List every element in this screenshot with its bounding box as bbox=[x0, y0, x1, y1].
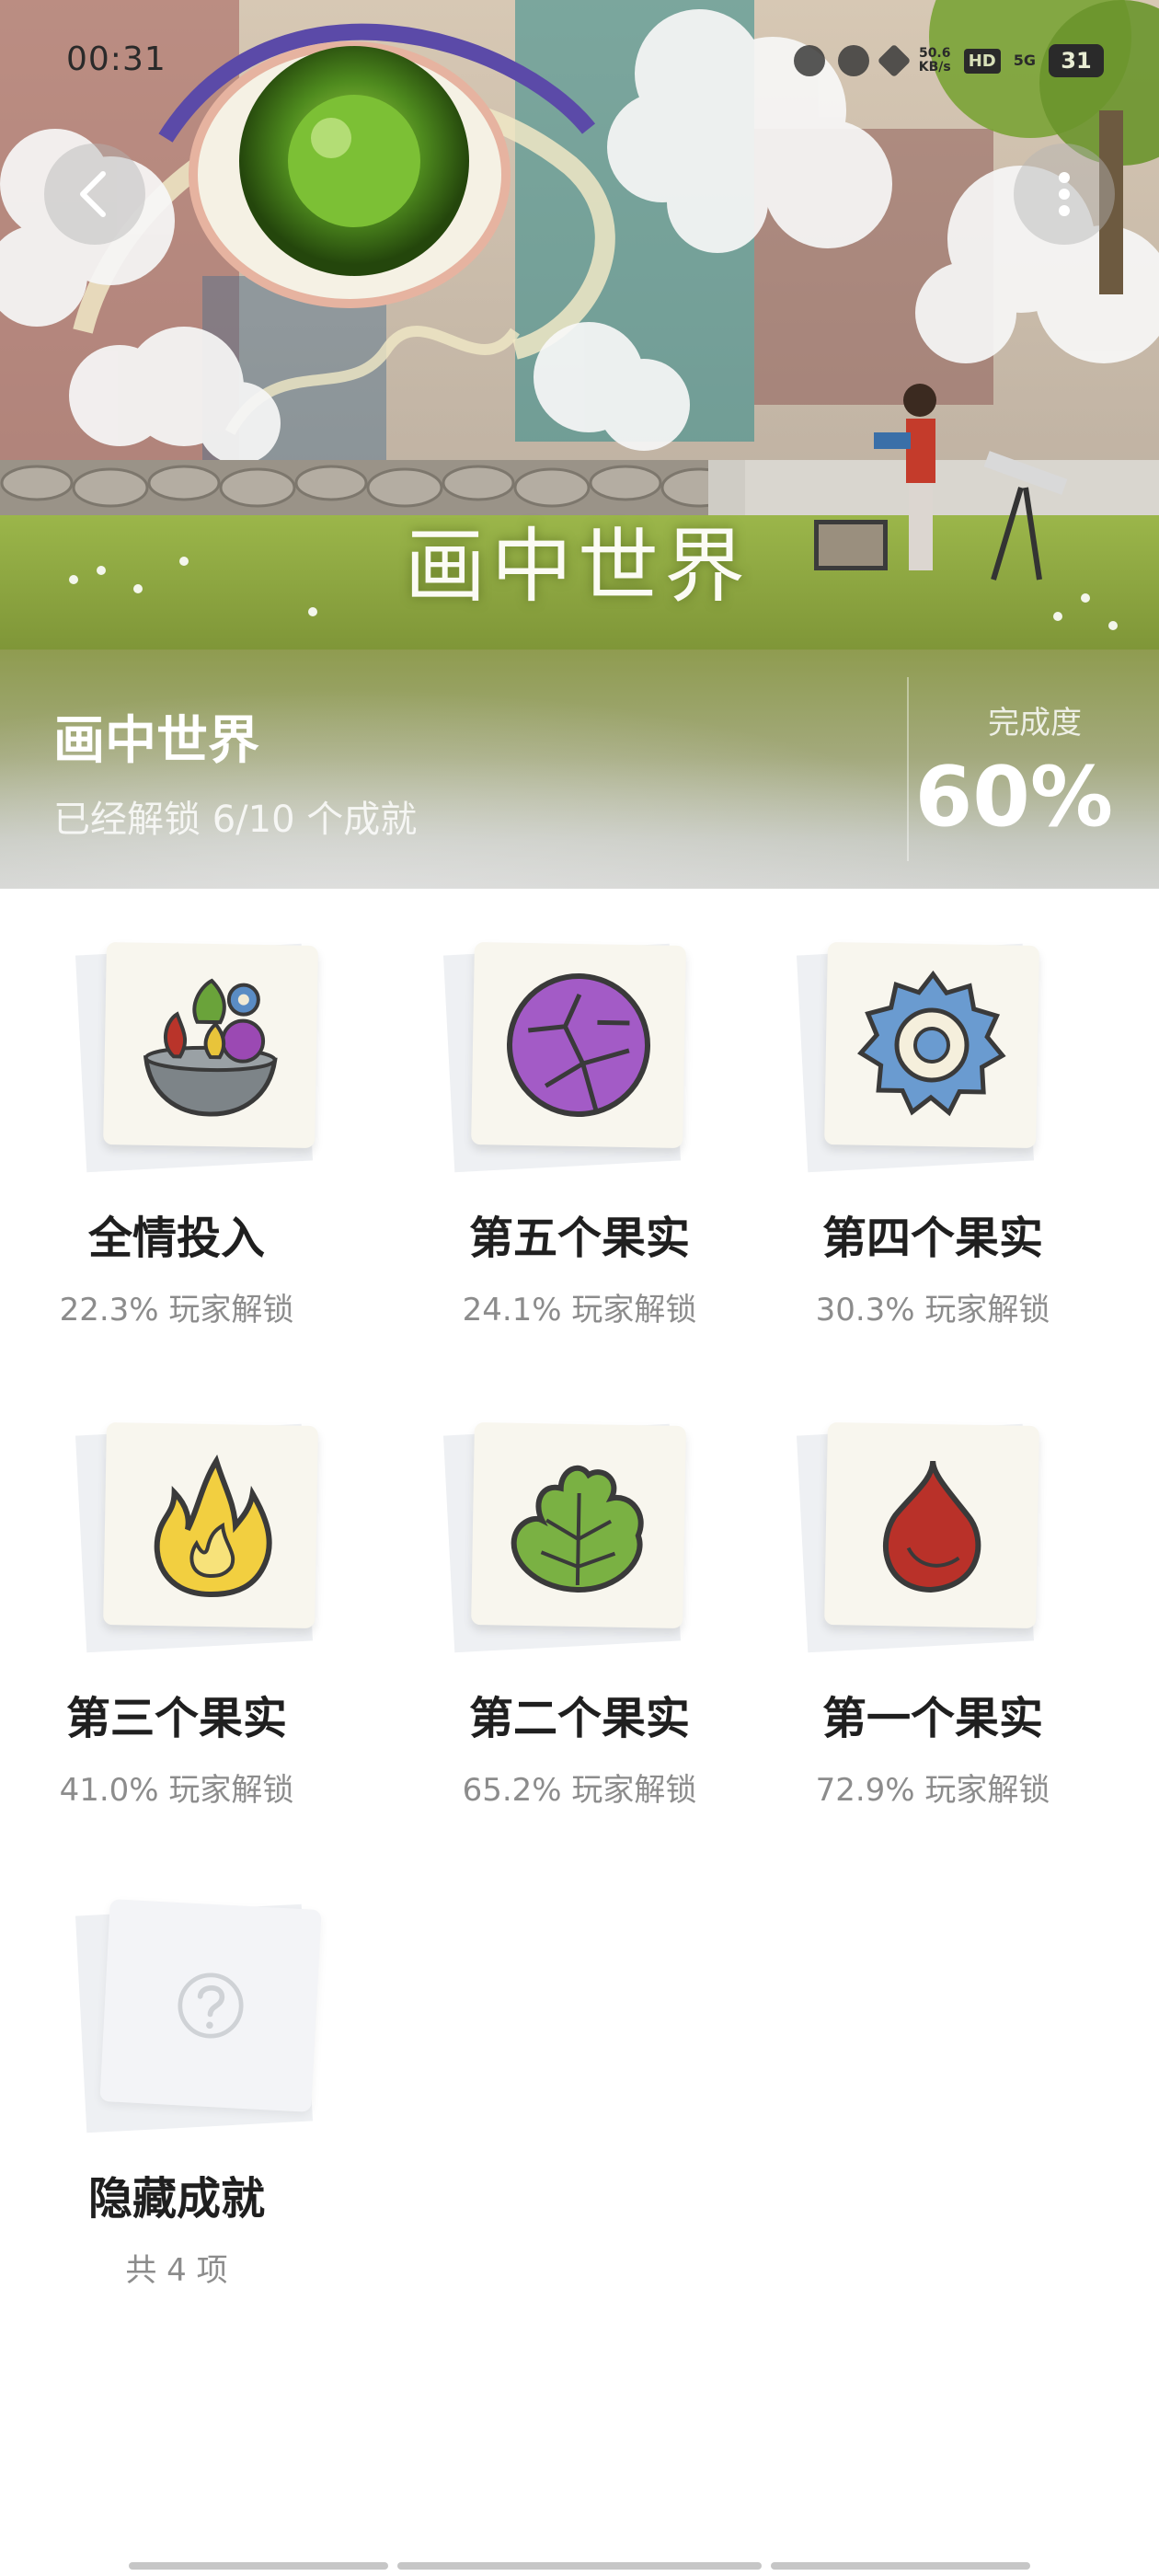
achievement-badge bbox=[471, 1422, 686, 1628]
artwork-title: 画中世界 bbox=[405, 519, 752, 614]
game-banner: 00:31 50.6 KB/s HD 5G 31 画中世界 画中世界 已经解锁 … bbox=[0, 0, 1159, 889]
hd-icon: HD bbox=[963, 48, 1001, 74]
purple-fruit-icon bbox=[507, 973, 650, 1117]
battery-icon: 31 bbox=[1049, 44, 1104, 77]
unlock-summary: 已经解锁 6/10 个成就 bbox=[53, 799, 418, 841]
status-icons: 50.6 KB/s HD 5G 31 bbox=[793, 43, 1104, 78]
question-mark-icon bbox=[178, 1972, 244, 2039]
achievement-badge bbox=[103, 1422, 318, 1628]
achievement-badge bbox=[824, 1422, 1039, 1628]
signal-5g-icon: 5G bbox=[1013, 52, 1036, 69]
achievement-name: 第五个果实 bbox=[468, 1213, 690, 1264]
achievement-item[interactable]: 第一个果实 72.9% 玩家解锁 bbox=[756, 1369, 1109, 1847]
more-vertical-icon bbox=[1059, 172, 1070, 216]
alarm-icon bbox=[793, 45, 825, 76]
gesture-bar bbox=[129, 2562, 1030, 2570]
chevron-left-icon bbox=[80, 171, 106, 217]
achievement-badge bbox=[103, 942, 318, 1148]
red-drop-fruit-icon bbox=[882, 1460, 981, 1593]
game-title: 画中世界 bbox=[53, 711, 259, 771]
completion-value: 60% bbox=[914, 749, 1113, 845]
more-options-button[interactable] bbox=[1014, 144, 1115, 245]
achievement-name: 第三个果实 bbox=[65, 1693, 287, 1744]
achievement-badge bbox=[824, 942, 1039, 1148]
achievement-unlock-rate: 41.0% 玩家解锁 bbox=[59, 1772, 294, 1809]
achievement-item[interactable]: 第三个果实 41.0% 玩家解锁 bbox=[0, 1369, 353, 1847]
achievement-item[interactable]: 第四个果实 30.3% 玩家解锁 bbox=[756, 889, 1109, 1367]
achievement-name: 第一个果实 bbox=[821, 1693, 1043, 1744]
achievement-badge bbox=[471, 942, 686, 1148]
yellow-flame-fruit-icon bbox=[154, 1454, 272, 1597]
achievement-unlock-rate: 72.9% 玩家解锁 bbox=[815, 1772, 1050, 1809]
network-speed: 50.6 KB/s bbox=[918, 46, 951, 75]
achievement-unlock-rate: 22.3% 玩家解锁 bbox=[59, 1292, 294, 1328]
achievement-name: 第四个果实 bbox=[821, 1213, 1043, 1264]
fruit-bowl-icon bbox=[143, 978, 278, 1117]
blue-gear-fruit-icon bbox=[856, 970, 1006, 1117]
hidden-achievements-item[interactable]: 隐藏成就 共 4 项 bbox=[0, 1849, 353, 2328]
achievement-unlock-rate: 24.1% 玩家解锁 bbox=[462, 1292, 697, 1328]
hidden-achievement-badge bbox=[99, 1899, 322, 2112]
achievement-item[interactable]: 第五个果实 24.1% 玩家解锁 bbox=[403, 889, 756, 1367]
achievement-unlock-rate: 30.3% 玩家解锁 bbox=[815, 1292, 1050, 1328]
achievement-item[interactable]: 全情投入 22.3% 玩家解锁 bbox=[0, 889, 353, 1367]
completion-label: 完成度 bbox=[988, 705, 1082, 742]
status-bar: 00:31 50.6 KB/s HD 5G 31 bbox=[0, 0, 1159, 120]
back-button[interactable] bbox=[44, 144, 145, 245]
header-divider bbox=[907, 677, 909, 861]
hidden-achievements-name: 隐藏成就 bbox=[87, 2173, 265, 2225]
green-leaf-fruit-icon bbox=[511, 1465, 644, 1593]
achievement-name: 第二个果实 bbox=[468, 1693, 690, 1744]
achievement-unlock-rate: 65.2% 玩家解锁 bbox=[462, 1772, 697, 1809]
status-time: 00:31 bbox=[66, 40, 166, 78]
achievement-item[interactable]: 第二个果实 65.2% 玩家解锁 bbox=[403, 1369, 756, 1847]
do-not-disturb-icon bbox=[877, 43, 912, 78]
hidden-achievements-count: 共 4 项 bbox=[125, 2252, 228, 2289]
data-saver-icon bbox=[837, 45, 869, 76]
achievement-name: 全情投入 bbox=[87, 1213, 265, 1264]
